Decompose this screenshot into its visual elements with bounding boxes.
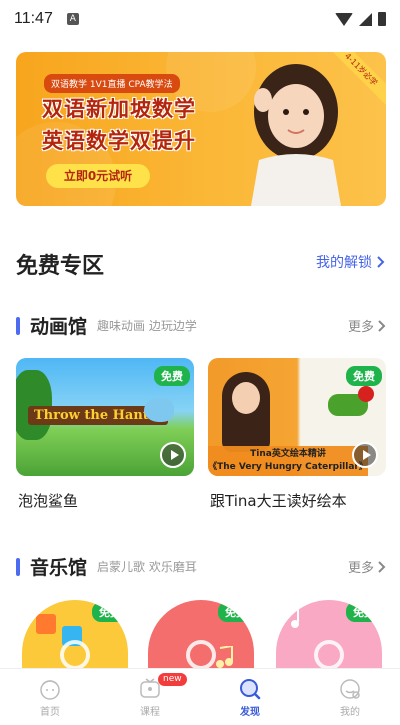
section-subtitle: 启蒙儿歌 欢乐磨耳 bbox=[97, 560, 197, 574]
chevron-right-icon bbox=[377, 256, 385, 268]
discover-icon bbox=[240, 679, 261, 700]
disc-ring bbox=[186, 640, 216, 670]
tab-label: 发现 bbox=[240, 707, 260, 718]
banner-cta-button[interactable]: 立即0元试听 bbox=[46, 164, 150, 188]
banner-child-image bbox=[251, 64, 341, 206]
signal-icon bbox=[359, 12, 372, 26]
bottom-tab-bar: 首页 课程 new 发现 我的 bbox=[0, 668, 400, 725]
section-accent-bar bbox=[16, 316, 20, 335]
free-zone-title: 免费专区 bbox=[16, 254, 105, 279]
video-title[interactable]: 泡泡鲨鱼 bbox=[18, 490, 78, 511]
disc-ring bbox=[314, 640, 344, 670]
tab-home[interactable]: 首页 bbox=[0, 669, 100, 725]
battery-icon bbox=[378, 12, 386, 26]
my-unlock-label: 我的解锁 bbox=[316, 255, 372, 271]
section-title: 动画馆 bbox=[30, 316, 88, 338]
play-icon[interactable] bbox=[160, 442, 186, 468]
animation-section-header: 动画馆 趣味动画 边玩边学 更多 bbox=[16, 312, 386, 339]
more-label: 更多 bbox=[347, 561, 374, 576]
tab-course[interactable]: 课程 new bbox=[100, 669, 200, 725]
cover-tree bbox=[16, 370, 52, 440]
free-badge: 免费 bbox=[346, 366, 382, 386]
cover-caterpillar-head bbox=[358, 386, 374, 402]
status-icons bbox=[335, 12, 386, 26]
promo-banner[interactable]: 双语教学 1V1直播 CPA教学法 双语新加坡数学 英语数学双提升 立即0元试听… bbox=[16, 52, 386, 206]
status-time: 11:47 bbox=[14, 10, 53, 27]
banner-headline-1: 双语新加坡数学 bbox=[42, 97, 196, 121]
tab-discover[interactable]: 发现 bbox=[200, 669, 300, 725]
notification-icon: A bbox=[66, 13, 79, 25]
more-label: 更多 bbox=[347, 320, 374, 335]
cover-shark bbox=[144, 398, 174, 422]
home-icon bbox=[40, 680, 60, 700]
tab-label: 首页 bbox=[40, 707, 60, 718]
cover-caption-line-1: Tina英文绘本精讲 bbox=[250, 449, 326, 459]
tab-label: 我的 bbox=[340, 707, 360, 718]
banner-headline-2: 英语数学双提升 bbox=[42, 129, 196, 153]
free-badge: 免费 bbox=[92, 602, 128, 622]
music-more-link[interactable]: 更多 bbox=[348, 557, 386, 576]
music-note-icon bbox=[216, 646, 233, 668]
chevron-right-icon bbox=[378, 560, 386, 573]
video-card-tina-picture-books[interactable]: Tina英文绘本精讲 《The Very Hungry Caterpillar》… bbox=[208, 358, 386, 476]
profile-icon bbox=[340, 679, 360, 699]
section-accent-bar bbox=[16, 557, 20, 576]
video-title[interactable]: 跟Tina大王读好绘本 bbox=[210, 490, 347, 511]
new-badge: new bbox=[158, 673, 187, 686]
chevron-right-icon bbox=[378, 319, 386, 332]
section-title: 音乐馆 bbox=[30, 557, 88, 579]
music-note-icon bbox=[291, 608, 299, 628]
disc-ring bbox=[60, 640, 90, 670]
play-icon[interactable] bbox=[352, 442, 378, 468]
wifi-icon bbox=[335, 12, 353, 26]
video-card-bubble-shark[interactable]: Throw the Hantle 免费 bbox=[16, 358, 194, 476]
cover-presenter-face bbox=[232, 382, 260, 414]
my-unlock-link[interactable]: 我的解锁 bbox=[316, 252, 386, 272]
music-section-header: 音乐馆 启蒙儿歌 欢乐磨耳 更多 bbox=[16, 553, 386, 580]
status-bar: 11:47 A bbox=[0, 0, 400, 38]
free-badge: 免费 bbox=[154, 366, 190, 386]
tab-profile[interactable]: 我的 bbox=[300, 669, 400, 725]
cover-caption: Tina英文绘本精讲 《The Very Hungry Caterpillar》 bbox=[208, 446, 368, 476]
tab-label: 课程 bbox=[140, 707, 160, 718]
banner-tags: 双语教学 1V1直播 CPA教学法 bbox=[44, 74, 180, 93]
animation-more-link[interactable]: 更多 bbox=[348, 316, 386, 335]
cover-caption-line-2: 《The Very Hungry Caterpillar》 bbox=[208, 462, 368, 472]
free-badge: 免费 bbox=[218, 602, 254, 622]
free-badge: 免费 bbox=[346, 602, 382, 622]
section-subtitle: 趣味动画 边玩边学 bbox=[97, 319, 197, 333]
